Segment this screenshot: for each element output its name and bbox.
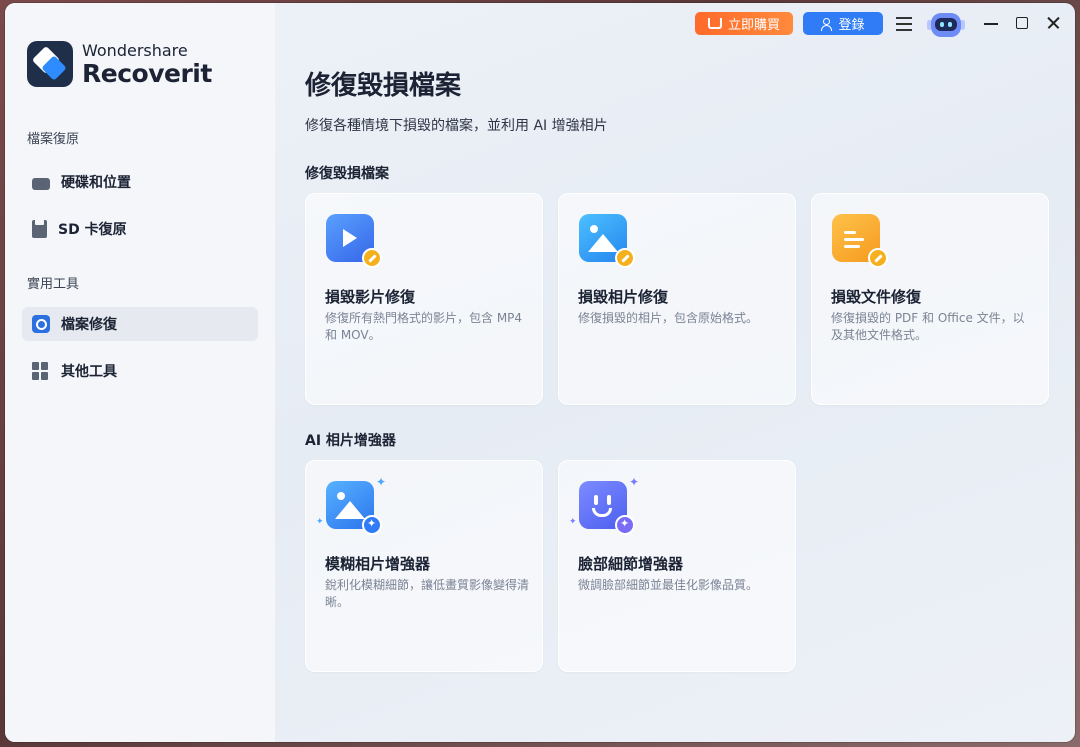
document-repair-icon — [832, 214, 888, 270]
photo-enhance-icon: ✦ ✦ — [316, 475, 386, 537]
card-video-repair[interactable]: 損毀影片修復 修復所有熱門格式的影片，包含 MP4 和 MOV。 — [305, 193, 543, 405]
page-subtitle: 修復各種情境下損毀的檔案，並利用 AI 增強相片 — [305, 118, 608, 134]
card-description: 微調臉部細節並最佳化影像品質。 — [578, 578, 759, 592]
app-window: Wondershare Recoverit 檔案復原 硬碟和位置 SD 卡復原 … — [5, 3, 1075, 742]
main-content: 修復毀損檔案 修復各種情境下損毀的檔案，並利用 AI 增強相片 修復毀損檔案 損… — [275, 3, 1075, 742]
photo-repair-icon — [579, 214, 635, 270]
card-title: 臉部細節增強器 — [578, 555, 684, 573]
group-title-ai-enhancer: AI 相片增強器 — [305, 433, 396, 449]
sidebar-section-tools: 實用工具 — [27, 277, 80, 292]
sidebar-item-label: 其他工具 — [61, 364, 117, 380]
app-logo: Wondershare Recoverit — [27, 41, 212, 87]
card-photo-repair[interactable]: 損毀相片修復 修復損毀的相片，包含原始格式。 — [558, 193, 796, 405]
card-description: 銳利化模糊細節，讓低畫質影像變得清晰。 — [325, 578, 530, 609]
sidebar-item-label: SD 卡復原 — [58, 222, 127, 238]
group-title-repair: 修復毀損檔案 — [305, 166, 389, 182]
sidebar-item-other-tools[interactable]: 其他工具 — [22, 354, 258, 388]
sidebar-item-label: 檔案修復 — [61, 317, 117, 333]
page-title: 修復毀損檔案 — [305, 71, 462, 101]
sidebar-section-file-recovery: 檔案復原 — [27, 132, 80, 147]
tools-icon — [32, 362, 50, 380]
recoverit-logo-icon — [27, 41, 73, 87]
video-repair-icon — [326, 214, 382, 270]
hard-drive-icon — [32, 177, 50, 190]
card-title: 損毀影片修復 — [325, 288, 416, 306]
sidebar: Wondershare Recoverit 檔案復原 硬碟和位置 SD 卡復原 … — [5, 3, 275, 742]
card-title: 模糊相片增強器 — [325, 555, 431, 573]
card-description: 修復損毀的相片，包含原始格式。 — [578, 311, 759, 325]
card-description: 修復損毀的 PDF 和 Office 文件，以及其他文件格式。 — [831, 311, 1025, 342]
card-title: 損毀相片修復 — [578, 288, 669, 306]
sidebar-item-sd-card[interactable]: SD 卡復原 — [22, 212, 258, 246]
card-description: 修復所有熱門格式的影片，包含 MP4 和 MOV。 — [325, 311, 523, 342]
card-photo-enhancer[interactable]: ✦ ✦ 模糊相片增強器 銳利化模糊細節，讓低畫質影像變得清晰。 — [305, 460, 543, 672]
card-face-enhancer[interactable]: ✦ ✦ 臉部細節增強器 微調臉部細節並最佳化影像品質。 — [558, 460, 796, 672]
face-enhance-icon: ✦ ✦ — [569, 475, 639, 537]
sidebar-item-label: 硬碟和位置 — [61, 175, 131, 191]
sd-card-icon — [32, 220, 47, 238]
card-document-repair[interactable]: 損毀文件修復 修復損毀的 PDF 和 Office 文件，以及其他文件格式。 — [811, 193, 1049, 405]
card-title: 損毀文件修復 — [831, 288, 922, 306]
product-name: Recoverit — [82, 58, 212, 88]
sidebar-item-drives[interactable]: 硬碟和位置 — [22, 165, 258, 199]
file-repair-icon — [32, 315, 50, 333]
sidebar-item-file-repair[interactable]: 檔案修復 — [22, 307, 258, 341]
brand-name: Wondershare — [82, 40, 188, 60]
